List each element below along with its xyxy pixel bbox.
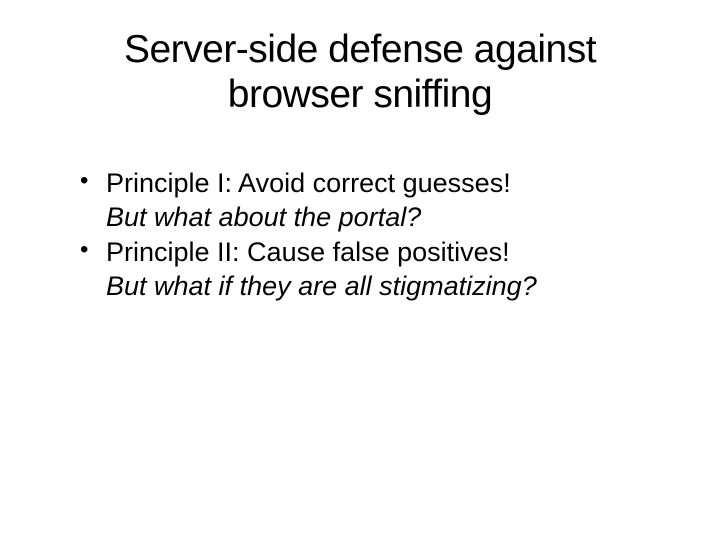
bullet-principle-1: Principle I: Avoid correct guesses! — [80, 166, 670, 201]
slide-container: Server-side defense against browser snif… — [0, 0, 720, 540]
slide-content: Principle I: Avoid correct guesses! But … — [50, 166, 670, 304]
sub-line-portal: But what about the portal? — [80, 200, 670, 235]
title-line-1: Server-side defense against — [124, 28, 596, 71]
bullet-principle-2: Principle II: Cause false positives! — [80, 235, 670, 270]
slide-title: Server-side defense against browser snif… — [50, 28, 670, 118]
sub-line-stigmatizing: But what if they are all stigmatizing? — [80, 269, 670, 304]
title-line-2: browser sniffing — [228, 73, 492, 116]
